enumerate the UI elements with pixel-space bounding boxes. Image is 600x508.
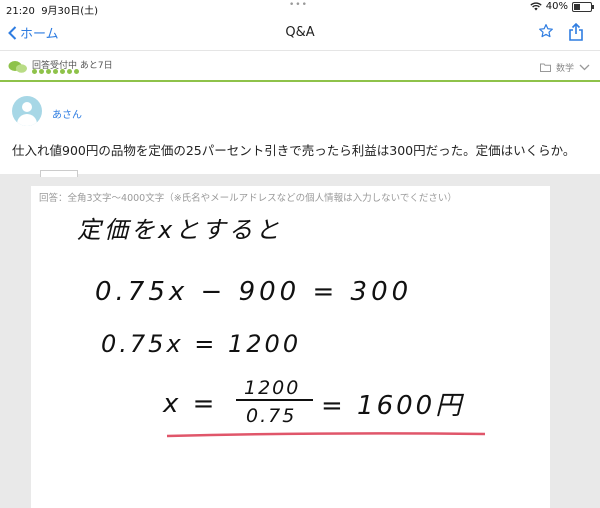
page-title: Q&A — [285, 25, 315, 40]
answer-tab-edge — [40, 170, 78, 177]
status-bar: 21:20 9月30日(土) ••• 40% — [0, 0, 600, 17]
nav-actions — [538, 23, 584, 41]
battery-percent: 40% — [545, 1, 568, 12]
hw-underline — [166, 432, 486, 438]
battery-icon — [572, 1, 594, 12]
question-text: 仕入れ値900円の品物を定価の25パーセント引きで売ったら利益は300円だった。… — [12, 143, 576, 158]
hw-denominator: 0.75 — [246, 405, 296, 427]
handwritten-answer: 定価をxとすると 0.75x − 900 = 300 0.75x = 1200 … — [77, 216, 486, 438]
hw-line1: 定価をxとすると — [77, 216, 282, 244]
star-icon[interactable] — [538, 23, 554, 39]
category-selector[interactable]: 数学 — [539, 61, 590, 74]
speech-bubbles-icon — [8, 61, 27, 73]
status-time-date: 21:20 9月30日(土) — [6, 6, 99, 17]
chevron-down-icon — [579, 64, 590, 71]
question-header: 回答受付中 あと7日 数学 — [0, 54, 600, 82]
navigation-bar: ホーム Q&A — [0, 16, 600, 51]
asker-name[interactable]: あさん — [52, 106, 82, 121]
hw-line4-lhs: x = — [162, 389, 217, 419]
hw-line4-rhs: = 1600円 — [321, 391, 464, 421]
hw-line3: 0.75x = 1200 — [101, 330, 301, 358]
share-icon[interactable] — [568, 23, 584, 41]
wifi-icon — [530, 2, 542, 11]
avatar[interactable] — [12, 96, 42, 126]
hw-numerator: 1200 — [244, 377, 300, 399]
folder-icon — [539, 63, 551, 72]
remaining-days-dots — [32, 69, 79, 74]
multitasking-dots[interactable]: ••• — [289, 0, 308, 10]
answer-input[interactable]: 回答：全角3文字〜4000文字（※氏名やメールアドレスなどの個人情報は入力しない… — [31, 186, 550, 508]
category-label: 数学 — [555, 64, 574, 74]
hw-line2: 0.75x − 900 = 300 — [95, 277, 412, 307]
status-right: 40% — [530, 1, 594, 12]
